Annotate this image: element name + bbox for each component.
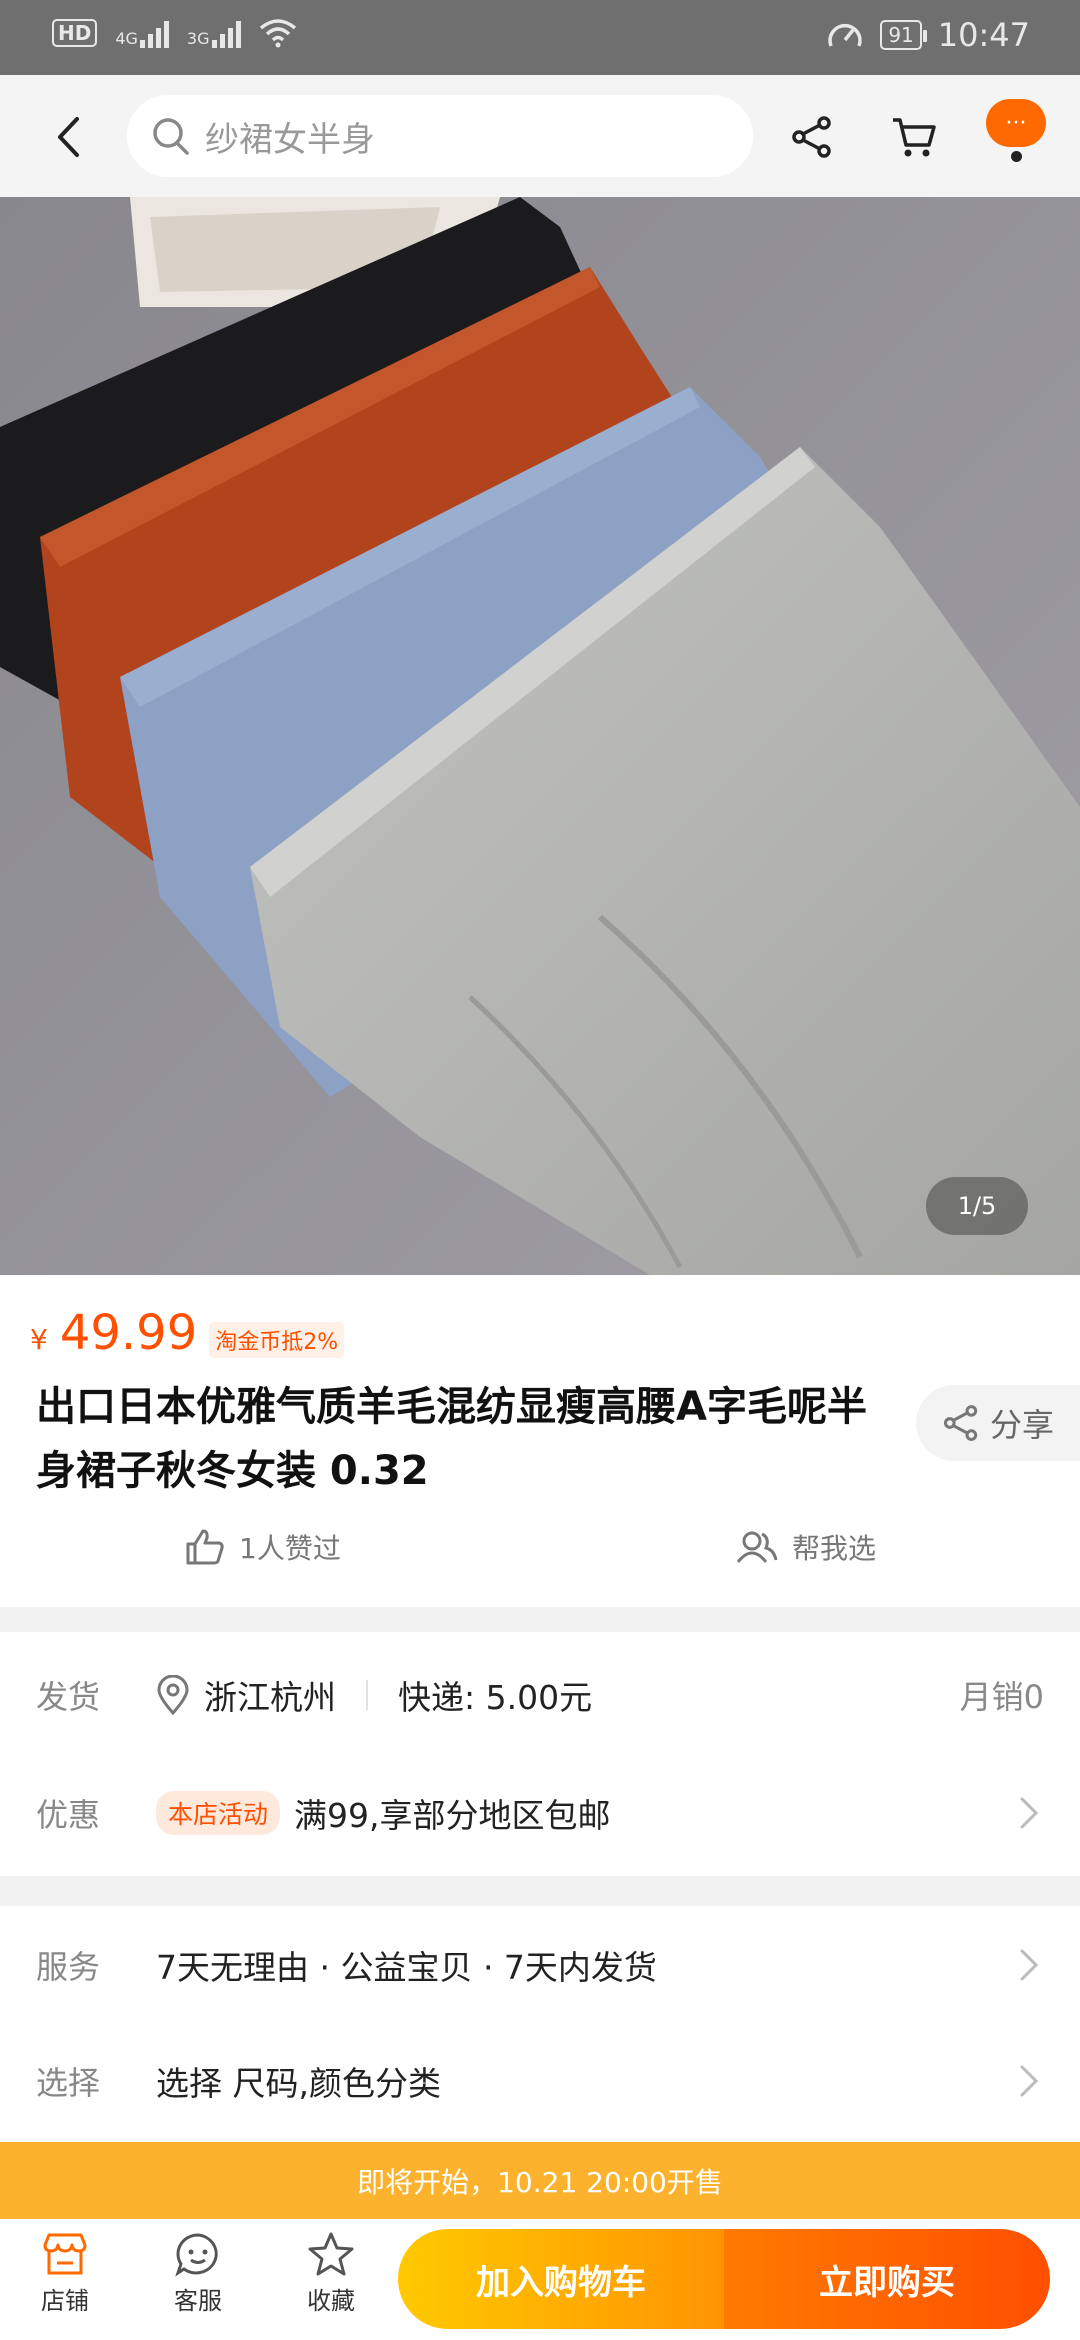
signal-icon (211, 18, 241, 48)
customer-service-tab[interactable]: 客服 (143, 2231, 253, 2316)
shop-label: 店铺 (41, 2287, 89, 2315)
select-label: 选择 (36, 2064, 101, 2102)
promo-details: 本店活动 满99,享部分地区包邮 (156, 1789, 611, 1837)
sim2-network-type: 3G (186, 29, 210, 48)
select-text: 选择 尺码,颜色分类 (156, 2064, 441, 2103)
search-placeholder: 纱裙女半身 (205, 119, 375, 160)
more-button[interactable]: ··· (986, 99, 1046, 147)
customer-service-label: 客服 (174, 2287, 222, 2315)
price-row: ¥ 49.99 淘金币抵2% (30, 1305, 345, 1361)
wifi-icon (259, 19, 296, 48)
location-pin-icon (157, 1675, 189, 1715)
service-label: 服务 (36, 1948, 101, 1986)
star-icon (308, 2232, 354, 2276)
help-choose-label: 帮我选 (792, 1532, 877, 1565)
signal-icon (139, 18, 169, 48)
product-image-gallery[interactable]: 1/5 (0, 197, 1080, 1275)
back-icon (58, 117, 79, 157)
shipping-label: 发货 (36, 1678, 101, 1716)
help-choose-button[interactable]: 帮我选 (736, 1527, 876, 1567)
clock: 10:47 (937, 16, 1030, 54)
shipping-row: 发货 浙江杭州 快递: 5.00元 月销0 (0, 1640, 1080, 1750)
people-icon (736, 1531, 778, 1563)
social-actions: 1人赞过 帮我选 (0, 1527, 1080, 1577)
cart-button[interactable] (882, 105, 946, 169)
ship-from-location: 浙江杭州 (204, 1678, 336, 1717)
likes-count: 1人赞过 (239, 1532, 341, 1565)
sim2-signal: 3G (187, 18, 241, 48)
share-product-button[interactable]: 分享 (916, 1385, 1080, 1461)
gallery-pager: 1/5 (926, 1177, 1028, 1235)
promo-row[interactable]: 优惠 本店活动 满99,享部分地区包邮 (0, 1758, 1080, 1868)
shop-icon (43, 2233, 87, 2275)
select-options-row[interactable]: 选择 选择 尺码,颜色分类 (0, 2026, 1080, 2136)
back-button[interactable] (40, 107, 96, 167)
product-photo (0, 197, 1080, 1275)
status-left: HD 4G 3G (52, 18, 297, 48)
speed-gauge-icon (828, 23, 863, 47)
buy-now-button[interactable]: 立即购买 (724, 2229, 1050, 2329)
sim1-signal: 4G (115, 18, 169, 48)
chevron-right-icon (1020, 1797, 1039, 1829)
search-input[interactable]: 纱裙女半身 (127, 95, 753, 177)
share-label: 分享 (989, 1406, 1054, 1444)
notification-dot (1011, 151, 1022, 162)
monthly-sales: 月销0 (959, 1678, 1044, 1716)
chevron-right-icon (1020, 1949, 1039, 1981)
coin-discount-tag: 淘金币抵2% (209, 1322, 345, 1358)
add-to-cart-button[interactable]: 加入购物车 (398, 2229, 724, 2329)
service-details: 7天无理由 · 公益宝贝 · 7天内发货 (156, 1941, 657, 1989)
product-price: 49.99 (59, 1305, 198, 1361)
currency-symbol: ¥ (30, 1323, 48, 1356)
status-bar: HD 4G 3G 91 10:47 (0, 0, 1080, 75)
product-title: 出口日本优雅气质羊毛混纺显瘦高腰A字毛呢半身裙子秋冬女装 0.32 (36, 1384, 867, 1494)
promo-text: 满99,享部分地区包邮 (294, 1796, 611, 1835)
favorite-label: 收藏 (307, 2287, 355, 2315)
share-icon (943, 1405, 978, 1441)
product-info: ¥ 49.99 淘金币抵2% 出口日本优雅气质羊毛混纺显瘦高腰A字毛呢半身裙子秋… (0, 1275, 1080, 1607)
service-select-section: 服务 7天无理由 · 公益宝贝 · 7天内发货 选择 选择 尺码,颜色分类 (0, 1906, 1080, 2142)
battery-indicator: 91 (880, 20, 928, 50)
sim1-network-type: 4G (115, 29, 138, 48)
share-icon (792, 116, 831, 158)
promo-label: 优惠 (36, 1796, 101, 1834)
more-icon: ··· (1005, 110, 1027, 136)
select-details: 选择 尺码,颜色分类 (156, 2057, 441, 2105)
chat-face-icon (175, 2233, 218, 2277)
store-promo-badge: 本店活动 (156, 1791, 281, 1835)
service-row[interactable]: 服务 7天无理由 · 公益宝贝 · 7天内发货 (0, 1910, 1080, 2020)
service-text: 7天无理由 · 公益宝贝 · 7天内发货 (156, 1948, 657, 1987)
shipping-details: 浙江杭州 快递: 5.00元 (156, 1671, 592, 1719)
search-icon (153, 118, 189, 155)
status-right: 91 10:47 (826, 16, 1030, 54)
presale-banner: 即将开始，10.21 20:00开售 (0, 2142, 1080, 2219)
share-button[interactable] (780, 105, 844, 169)
bottom-action-bar: 店铺 客服 收藏 加入购物车 立即购买 (0, 2219, 1080, 2340)
cart-icon (893, 118, 936, 157)
hd-indicator: HD (52, 19, 98, 47)
shipping-promo-section: 发货 浙江杭州 快递: 5.00元 月销0 优惠 本店活动 满99,享部分地区包… (0, 1632, 1080, 1876)
top-nav: 纱裙女半身 ··· (0, 75, 1080, 197)
thumbs-up-icon (186, 1529, 224, 1565)
shop-tab[interactable]: 店铺 (10, 2231, 120, 2316)
favorite-tab[interactable]: 收藏 (276, 2231, 386, 2316)
like-button[interactable]: 1人赞过 (185, 1527, 341, 1567)
chevron-right-icon (1020, 2065, 1039, 2097)
divider (366, 1680, 368, 1710)
express-fee: 快递: 5.00元 (398, 1678, 593, 1717)
